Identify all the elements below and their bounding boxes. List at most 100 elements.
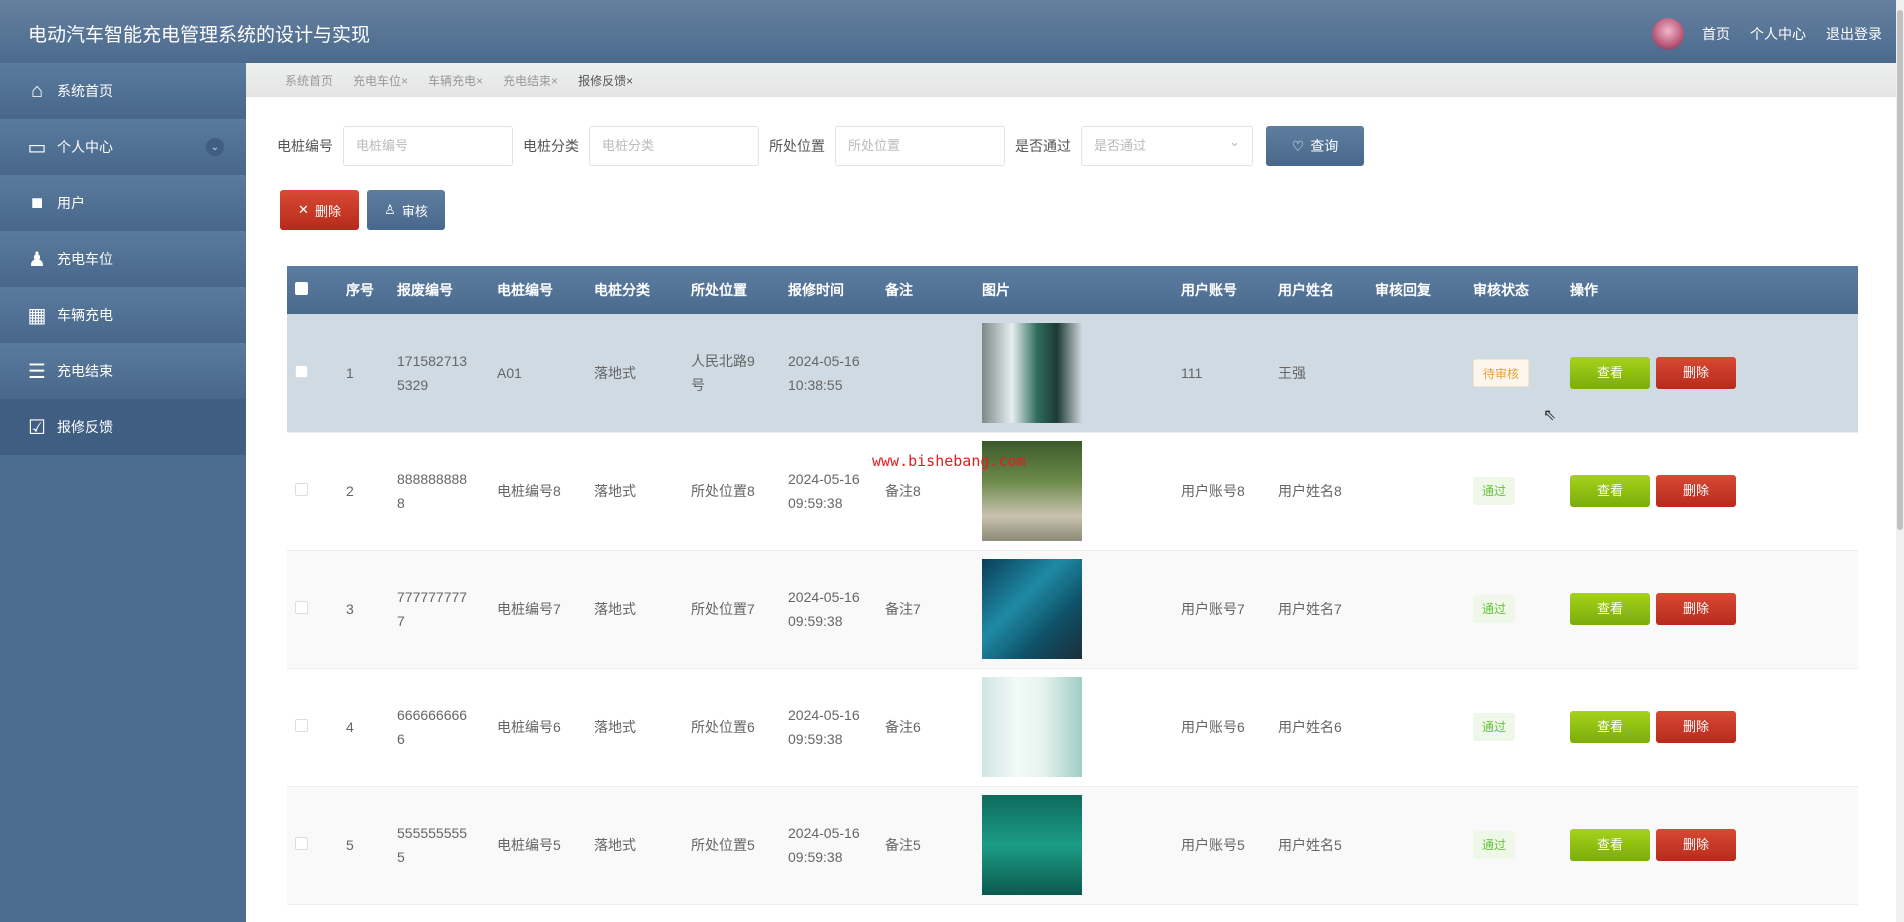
column-header: 用户账号 — [1171, 266, 1268, 314]
tab-1[interactable]: 充电车位× — [353, 72, 408, 89]
pile-type-input[interactable]: 电桩分类 — [589, 126, 759, 166]
audit-label: 审核 — [401, 203, 428, 219]
delete-button[interactable]: 删除 — [1656, 593, 1736, 625]
location-label: 所处位置 — [769, 138, 825, 154]
column-header: 报修时间 — [778, 266, 875, 314]
location-input[interactable]: 所处位置 — [835, 126, 1005, 166]
page-scrollbar[interactable] — [1896, 0, 1904, 922]
location: 所处位置7 — [681, 550, 778, 669]
sidebar-item-label: 个人中心 — [57, 139, 113, 155]
user-name: 用户姓名5 — [1268, 786, 1365, 905]
delete-label: 删除 — [314, 203, 341, 219]
batch-delete-button[interactable]: ✕ 删除 — [280, 190, 359, 230]
column-header: 电桩分类 — [584, 266, 681, 314]
repair-table: 序号 报废编号 电桩编号 电桩分类 所处位置 报修时间 备注 图片 用户账号 用户姓名 审核回复 审核… — [287, 266, 1858, 905]
view-button[interactable]: 查看 — [1570, 829, 1650, 861]
tab-3[interactable]: 充电结束× — [503, 72, 558, 89]
view-button[interactable]: 查看 — [1570, 356, 1650, 389]
column-header: 报废编号 — [387, 266, 487, 314]
user-icon: ♙ — [384, 202, 396, 217]
column-header: 备注 — [875, 266, 972, 314]
pile-photo[interactable] — [982, 795, 1082, 895]
delete-button[interactable]: 删除 — [1656, 829, 1736, 861]
sidebar: ⌂ 系统首页 ▭ 个人中心 ⌄ ■ 用户 ♟ 充电车位 ▦ 车辆充电 ☰ 充电结束 ☑ 报修反馈 — [0, 63, 246, 922]
column-header: 操作 — [1560, 266, 1858, 314]
report-code: 7777777777 — [387, 550, 487, 669]
sidebar-item-3[interactable]: ♟ 充电车位 — [0, 231, 246, 287]
row-checkbox[interactable] — [295, 483, 308, 496]
tab-4[interactable]: 报修反馈× — [578, 72, 633, 89]
row-index: 3 — [336, 550, 387, 669]
table-row[interactable]: 3 7777777777 电桩编号7 落地式 所处位置7 2024-05-16 … — [287, 550, 1858, 669]
nav-home-link[interactable]: 首页 — [1702, 24, 1730, 44]
user-account: 用户账号8 — [1171, 432, 1268, 551]
row-index: 1 — [336, 314, 387, 433]
status-badge: 通过 — [1473, 713, 1516, 741]
report-time: 2024-05-16 09:59:38 — [778, 432, 875, 551]
tab-0[interactable]: 系统首页 — [285, 72, 333, 89]
column-header: 所处位置 — [681, 266, 778, 314]
pile-code: 电桩编号8 — [487, 432, 584, 551]
pile-photo[interactable] — [982, 559, 1082, 659]
audit-reply — [1365, 550, 1463, 669]
select-all-checkbox[interactable] — [295, 282, 308, 295]
chevron-down-icon[interactable]: ⌄ — [206, 138, 224, 156]
row-checkbox[interactable] — [295, 837, 308, 850]
pile-type: 落地式 — [584, 314, 681, 433]
pile-photo[interactable] — [982, 677, 1082, 777]
table-row[interactable]: 5 5555555555 电桩编号5 落地式 所处位置5 2024-05-16 … — [287, 786, 1858, 905]
user-account: 用户账号6 — [1171, 668, 1268, 787]
approved-select[interactable]: 是否通过 — [1081, 123, 1253, 166]
logout-link[interactable]: 退出登录 — [1826, 24, 1882, 44]
status-badge: 待审核 — [1473, 358, 1530, 387]
table-row[interactable]: 1 1715827135329 A01 落地式 人民北路9号 2024-05-1… — [287, 314, 1858, 433]
audit-reply — [1365, 314, 1463, 433]
heart-icon: ♡ — [1291, 137, 1305, 154]
view-button[interactable]: 查看 — [1570, 711, 1650, 743]
row-index: 4 — [336, 668, 387, 787]
note: 备注7 — [875, 550, 972, 669]
row-index: 5 — [336, 786, 387, 905]
column-header: 审核状态 — [1463, 266, 1560, 314]
sidebar-item-label: 系统首页 — [57, 83, 113, 99]
delete-button[interactable]: 删除 — [1656, 475, 1736, 507]
sidebar-item-5[interactable]: ☰ 充电结束 — [0, 343, 246, 399]
search-bar: 电桩编号 电桩编号 电桩分类 电桩分类 所处位置 所处位置 是否通过 是否通过 … — [277, 123, 1364, 166]
table-row[interactable]: 2 8888888888 电桩编号8 落地式 所处位置8 2024-05-16 … — [287, 432, 1858, 551]
sidebar-item-label: 报修反馈 — [57, 419, 113, 435]
pile-code: 电桩编号7 — [487, 550, 584, 669]
tab-2[interactable]: 车辆充电× — [428, 72, 483, 89]
sidebar-item-label: 用户 — [57, 195, 85, 211]
audit-reply — [1365, 786, 1463, 905]
view-button[interactable]: 查看 — [1570, 475, 1650, 507]
view-button[interactable]: 查看 — [1570, 593, 1650, 625]
row-checkbox[interactable] — [295, 719, 308, 732]
row-checkbox[interactable] — [295, 364, 308, 378]
mouse-cursor-icon: ⇖ — [1543, 407, 1557, 424]
query-button[interactable]: ♡ 查询 — [1266, 126, 1364, 166]
audit-button[interactable]: ♙ 审核 — [367, 190, 445, 230]
row-checkbox[interactable] — [295, 601, 308, 614]
user-account: 用户账号5 — [1171, 786, 1268, 905]
sidebar-item-1[interactable]: ▭ 个人中心 ⌄ — [0, 119, 246, 175]
report-code: 1715827135329 — [387, 314, 487, 433]
sidebar-item-2[interactable]: ■ 用户 — [0, 175, 246, 231]
pile-code-input[interactable]: 电桩编号 — [343, 126, 513, 166]
note: 备注5 — [875, 786, 972, 905]
sidebar-item-0[interactable]: ⌂ 系统首页 — [0, 63, 246, 119]
user-account: 用户账号7 — [1171, 550, 1268, 669]
sidebar-item-4[interactable]: ▦ 车辆充电 — [0, 287, 246, 343]
status-badge: 通过 — [1473, 477, 1516, 505]
delete-button[interactable]: 删除 — [1656, 356, 1736, 389]
avatar[interactable] — [1652, 18, 1684, 50]
report-time: 2024-05-16 09:59:38 — [778, 668, 875, 787]
approved-label: 是否通过 — [1015, 138, 1071, 154]
delete-button[interactable]: 删除 — [1656, 711, 1736, 743]
nav-profile-link[interactable]: 个人中心 — [1750, 24, 1806, 44]
sidebar-item-6[interactable]: ☑ 报修反馈 — [0, 399, 246, 455]
table-row[interactable]: 4 6666666666 电桩编号6 落地式 所处位置6 2024-05-16 … — [287, 668, 1858, 787]
status-badge: 通过 — [1473, 595, 1516, 623]
pile-photo[interactable] — [982, 322, 1082, 423]
note — [875, 314, 972, 433]
user-name: 用户姓名8 — [1268, 432, 1365, 551]
